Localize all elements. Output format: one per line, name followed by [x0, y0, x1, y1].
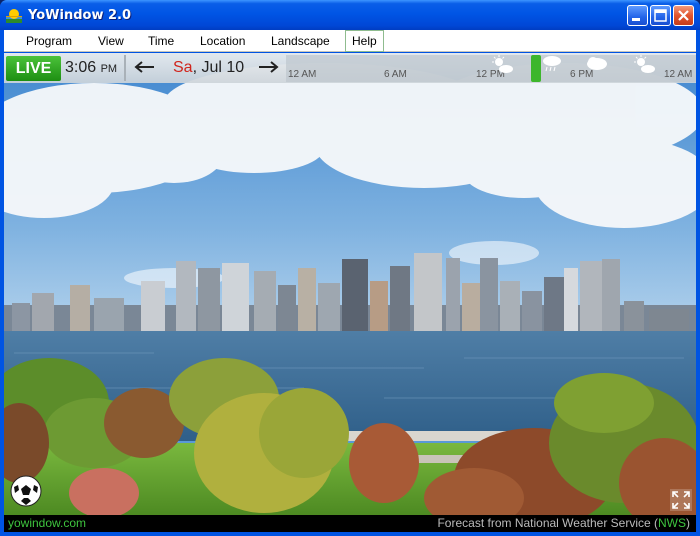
arrow-right-icon[interactable]	[255, 57, 281, 77]
site-link[interactable]: yowindow.com	[8, 515, 86, 532]
date-day: Sa	[173, 59, 193, 76]
timeline-label: 12 AM	[664, 69, 693, 80]
minimize-button[interactable]	[627, 5, 648, 26]
divider	[124, 55, 126, 81]
time-ampm: PM	[100, 63, 118, 75]
menu-bar: Program View Time Location Landscape Hel…	[4, 30, 696, 52]
arrow-left-icon[interactable]	[132, 57, 158, 77]
forecast-source: Forecast from National Weather Service (…	[437, 515, 690, 532]
forecast-suffix: )	[686, 516, 690, 530]
live-button[interactable]: LIVE	[6, 56, 61, 81]
menu-program[interactable]: Program	[20, 30, 78, 52]
close-button[interactable]	[673, 5, 694, 26]
timeline-label: 12 AM	[288, 69, 317, 80]
menu-location[interactable]: Location	[194, 30, 251, 52]
expand-icon[interactable]	[670, 489, 692, 511]
current-date: Sa, Jul 10	[173, 59, 244, 77]
time-control-bar: LIVE 3:06 PM Sa, Jul 10 12 AM 6 AM 12 PM…	[4, 53, 696, 83]
minimize-icon	[632, 18, 640, 21]
title-bar[interactable]: YoWindow 2.0	[0, 0, 700, 30]
sun-cloud-icon	[634, 55, 655, 73]
cloud-icon	[587, 57, 607, 70]
soccer-ball-icon[interactable]	[10, 475, 42, 507]
timeline-label: 6 AM	[384, 69, 407, 80]
rain-icon	[543, 56, 561, 72]
menu-view[interactable]: View	[92, 30, 130, 52]
app-window: YoWindow 2.0 Program View Time Location …	[0, 0, 700, 536]
sun-cloud-icon	[492, 55, 513, 73]
yowindow-logo-icon	[6, 9, 22, 23]
menu-time[interactable]: Time	[142, 30, 180, 52]
weather-landscape-view[interactable]: LIVE 3:06 PM Sa, Jul 10 12 AM 6 AM 12 PM…	[4, 53, 696, 515]
maximize-button[interactable]	[650, 5, 671, 26]
city-landscape-scene	[4, 53, 696, 515]
menu-landscape[interactable]: Landscape	[265, 30, 336, 52]
forecast-timeline[interactable]: 12 AM 6 AM 12 PM 6 PM 12 AM	[286, 55, 696, 82]
forecast-prefix: Forecast from National Weather Service (	[437, 516, 658, 530]
time-value: 3:06	[65, 59, 97, 76]
window-title: YoWindow 2.0	[28, 8, 132, 23]
close-icon	[678, 10, 689, 21]
nws-link[interactable]: NWS	[658, 516, 686, 530]
menu-help[interactable]: Help	[345, 30, 384, 52]
status-bar: yowindow.com Forecast from National Weat…	[4, 515, 696, 532]
current-time: 3:06 PM	[65, 59, 117, 77]
date-rest: , Jul 10	[192, 59, 245, 76]
maximize-icon	[654, 9, 667, 22]
